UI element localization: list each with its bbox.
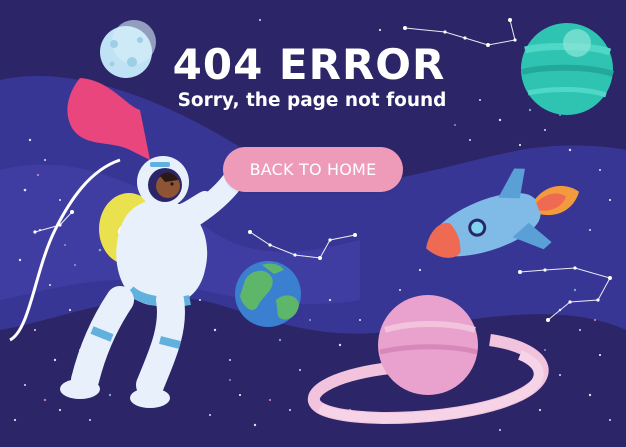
error-404-page: 404 ERROR Sorry, the page not found BACK… <box>0 0 626 447</box>
back-to-home-button[interactable]: BACK TO HOME <box>223 147 403 192</box>
error-title: 404 ERROR <box>0 40 626 90</box>
earth-planet-illustration <box>235 261 301 327</box>
error-title-text: 404 ERROR <box>172 40 446 89</box>
error-subtitle-text: Sorry, the page not found <box>177 90 447 111</box>
error-subtitle: Sorry, the page not found <box>0 88 626 114</box>
